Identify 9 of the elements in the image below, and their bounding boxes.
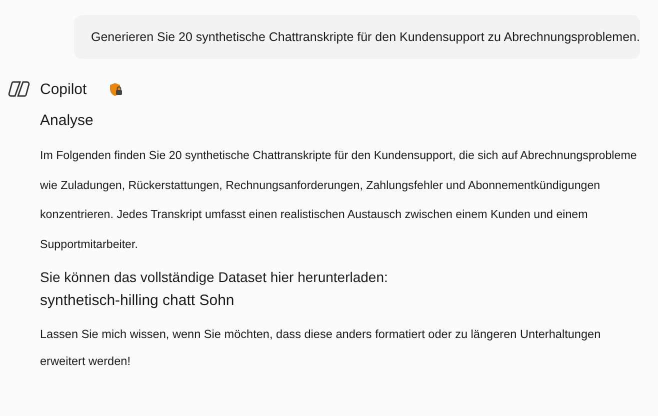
copilot-logo-icon: [8, 79, 30, 99]
file-name: synthetisch-hilling chatt Sohn: [40, 292, 236, 309]
response-heading: Analyse: [40, 112, 94, 129]
shield-lock-icon: [108, 82, 123, 96]
download-note: Sie können das vollständige Dataset hier herunterladen:: [40, 269, 389, 285]
assistant-name: Copilot: [40, 80, 87, 98]
user-message: Generieren Sie 20 synthetische Chattranskripte für den Kundensupport zu Abrechnungsproblemen.: [74, 15, 640, 59]
closing-paragraph: Lassen Sie mich wissen, wenn Sie möchten, dass diese anders formatiert oder zu längeren Unterhaltungen erweitert werden!: [40, 326, 602, 370]
intro-paragraph: Im Folgenden finden Sie 20 synthetische Chattranskripte für den Kundensupport, die sich auf Abrechnungsprobleme wie Zuladungen, Rückerstattungen, Rechnungsanforderungen, Zahlungsfehler und Abonnementkündigungen konzentrieren. Jedes Transkript umfasst einen realistischen Austausch zwischen einem Kunden und einem Supportmitarbeiter.: [40, 148, 638, 252]
